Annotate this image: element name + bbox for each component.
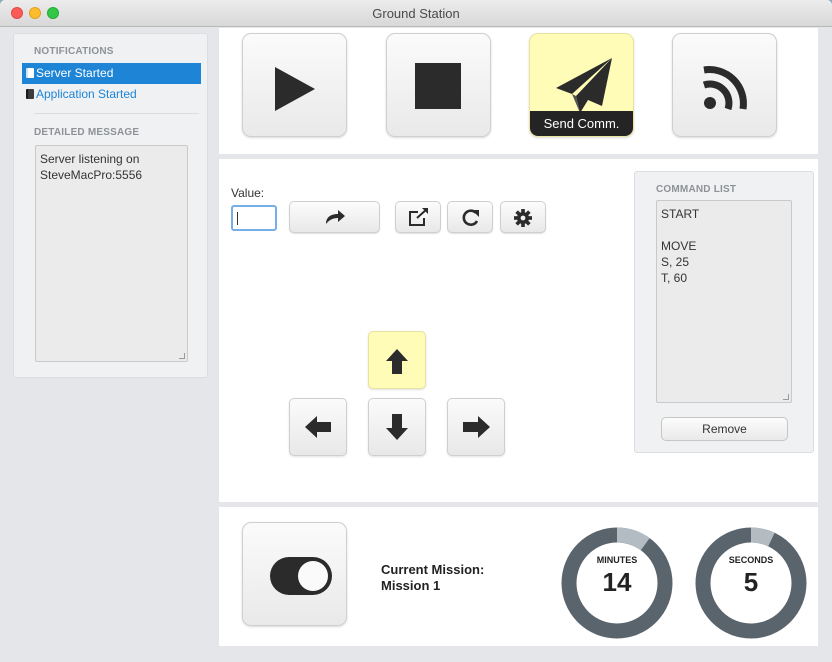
close-window-button[interactable] [11, 7, 23, 19]
arrow-right-icon [463, 416, 490, 438]
toolbar-panel: Send Comm. [219, 28, 818, 154]
external-link-icon [409, 208, 428, 226]
arrow-left-icon [305, 416, 331, 438]
detailed-message-textarea[interactable]: Server listening on SteveMacPro:5556 [35, 145, 188, 362]
command-line: MOVE [661, 239, 697, 253]
current-mission-label: Current Mission: [381, 562, 485, 577]
arrow-down-icon [386, 414, 408, 440]
remove-button[interactable]: Remove [661, 417, 788, 441]
move-down-button[interactable] [368, 398, 426, 456]
text-caret [237, 212, 238, 225]
stop-button[interactable] [386, 33, 491, 137]
notification-label: Application Started [36, 87, 137, 101]
refresh-button[interactable] [447, 201, 493, 233]
detail-line: SteveMacPro:5556 [40, 168, 143, 182]
stop-icon [415, 63, 461, 109]
notification-item-application-started[interactable]: Application Started [22, 84, 201, 105]
command-list-heading: COMMAND LIST [656, 184, 737, 195]
document-icon [26, 89, 34, 99]
paper-plane-icon [556, 58, 612, 113]
window-title: Ground Station [372, 6, 460, 21]
refresh-icon [462, 209, 479, 226]
notifications-sidebar: NOTIFICATIONS Server Started Application… [13, 33, 208, 378]
rss-icon [702, 66, 747, 111]
command-list-panel: COMMAND LIST START MOVE S, 25 T, 60 Remo… [634, 171, 814, 453]
command-list-textarea[interactable]: START MOVE S, 25 T, 60 [656, 200, 792, 403]
notifications-heading: NOTIFICATIONS [34, 46, 114, 57]
current-mission: Current Mission: Mission 1 [381, 562, 484, 594]
resize-grip-icon[interactable] [179, 353, 185, 359]
value-input[interactable] [231, 205, 277, 231]
mission-toggle-button[interactable] [242, 522, 347, 626]
resize-grip-icon[interactable] [783, 394, 789, 400]
title-bar: Ground Station [0, 0, 832, 27]
sidebar-divider [34, 113, 199, 114]
minimize-window-button[interactable] [29, 7, 41, 19]
command-line [661, 222, 787, 238]
detailed-message-heading: DETAILED MESSAGE [34, 127, 140, 138]
send-comm-button[interactable]: Send Comm. [529, 33, 634, 137]
app-window: Ground Station NOTIFICATIONS Server Star… [0, 0, 832, 662]
command-line: START [661, 207, 700, 221]
move-right-button[interactable] [447, 398, 505, 456]
share-forward-button[interactable] [289, 201, 380, 233]
move-up-button[interactable] [368, 331, 426, 389]
settings-button[interactable] [500, 201, 546, 233]
detail-line: Server listening on [40, 152, 140, 166]
external-link-button[interactable] [395, 201, 441, 233]
gear-icon [514, 209, 532, 227]
move-left-button[interactable] [289, 398, 347, 456]
value-label: Value: [231, 186, 265, 200]
arrow-up-icon [386, 349, 408, 374]
command-line: S, 25 [661, 255, 690, 269]
notification-label: Server Started [36, 66, 114, 80]
send-comm-label: Send Comm. [530, 111, 633, 136]
document-icon [26, 68, 34, 78]
share-forward-icon [326, 210, 345, 224]
command-line: T, 60 [661, 271, 688, 285]
notification-item-server-started[interactable]: Server Started [22, 63, 201, 84]
current-mission-name: Mission 1 [381, 578, 441, 593]
zoom-window-button[interactable] [47, 7, 59, 19]
toggle-switch-icon [270, 557, 332, 595]
play-icon [275, 67, 315, 111]
play-button[interactable] [242, 33, 347, 137]
feed-button[interactable] [672, 33, 777, 137]
